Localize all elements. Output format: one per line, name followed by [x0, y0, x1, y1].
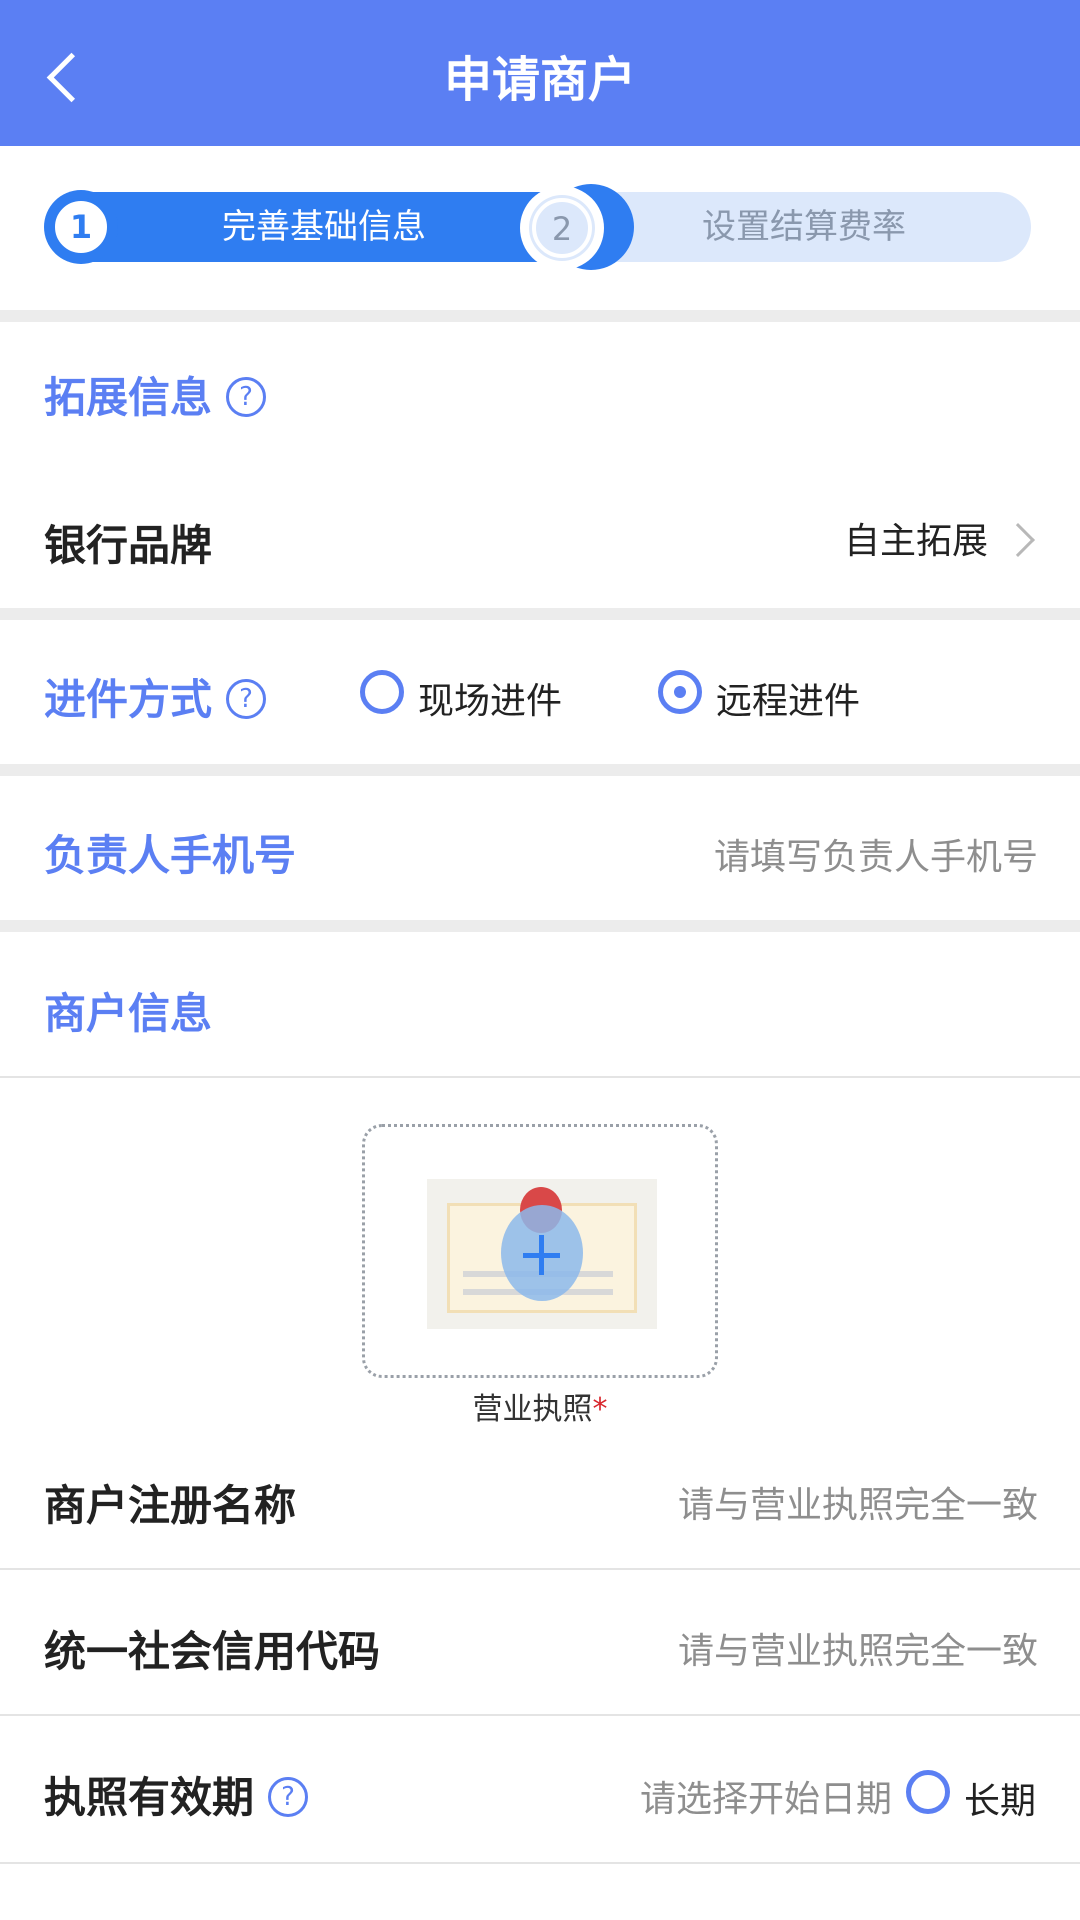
chevron-right-icon — [1001, 523, 1035, 557]
step-1-badge: 1 — [44, 190, 118, 264]
divider — [0, 1076, 1080, 1078]
entry-method-remote[interactable]: 远程进件 — [656, 664, 896, 724]
license-upload-button[interactable] — [362, 1124, 718, 1378]
step-indicator: 1 2 完善基础信息 设置结算费率 — [44, 184, 1031, 270]
step-1-number: 1 — [52, 198, 110, 256]
license-upload-label: 营业执照* — [0, 1384, 1080, 1428]
validity-label: 执照有效期? — [44, 1764, 309, 1825]
radio-icon — [906, 1770, 950, 1814]
credit-code-input[interactable]: 请与营业执照完全一致 — [678, 1622, 1038, 1674]
page-title: 申请商户 — [443, 52, 636, 108]
plus-icon — [501, 1205, 583, 1301]
app-header: 申请商户 — [0, 0, 1080, 146]
divider — [0, 1714, 1080, 1716]
section-divider — [0, 920, 1080, 932]
section-divider — [0, 764, 1080, 776]
step-2-label: 设置结算费率 — [702, 207, 906, 247]
merchant-section-title: 商户信息 — [44, 989, 213, 1038]
entry-method-text: 进件方式 — [44, 675, 213, 724]
divider — [0, 1568, 1080, 1570]
long-term-option[interactable]: 长期 — [904, 1764, 1044, 1824]
upload-label-text: 营业执照 — [472, 1392, 593, 1427]
radio-checked-icon — [658, 670, 702, 714]
owner-phone-input[interactable]: 请填写负责人手机号 — [714, 828, 1038, 880]
help-icon[interactable]: ? — [226, 376, 267, 417]
divider — [0, 1862, 1080, 1864]
entry-method-onsite[interactable]: 现场进件 — [358, 664, 598, 724]
owner-phone-label: 负责人手机号 — [44, 831, 297, 880]
long-term-label: 长期 — [964, 1781, 1037, 1822]
validity-label-text: 执照有效期 — [44, 1773, 255, 1822]
remote-label: 远程进件 — [716, 681, 861, 722]
credit-code-label: 统一社会信用代码 — [44, 1627, 381, 1676]
entry-method-label: 进件方式? — [44, 666, 267, 727]
section-divider — [0, 310, 1080, 322]
onsite-label: 现场进件 — [418, 681, 563, 722]
bank-brand-label: 银行品牌 — [44, 521, 213, 570]
radio-icon — [360, 670, 404, 714]
help-icon[interactable]: ? — [226, 678, 267, 719]
help-icon[interactable]: ? — [268, 1776, 309, 1817]
step-1-label: 完善基础信息 — [222, 207, 426, 247]
required-mark: * — [592, 1392, 608, 1427]
expansion-title-text: 拓展信息 — [44, 373, 213, 422]
reg-name-input[interactable]: 请与营业执照完全一致 — [678, 1476, 1038, 1528]
validity-start-date-input[interactable]: 请选择开始日期 — [640, 1770, 892, 1822]
step-2-number: 2 — [532, 198, 592, 258]
bank-brand-selector[interactable]: 自主拓展 — [700, 500, 1040, 580]
section-divider — [0, 608, 1080, 620]
bank-brand-value: 自主拓展 — [844, 521, 989, 562]
expansion-section-title: 拓展信息? — [44, 364, 267, 425]
step-2-badge: 2 — [520, 186, 604, 270]
reg-name-label: 商户注册名称 — [44, 1481, 297, 1530]
